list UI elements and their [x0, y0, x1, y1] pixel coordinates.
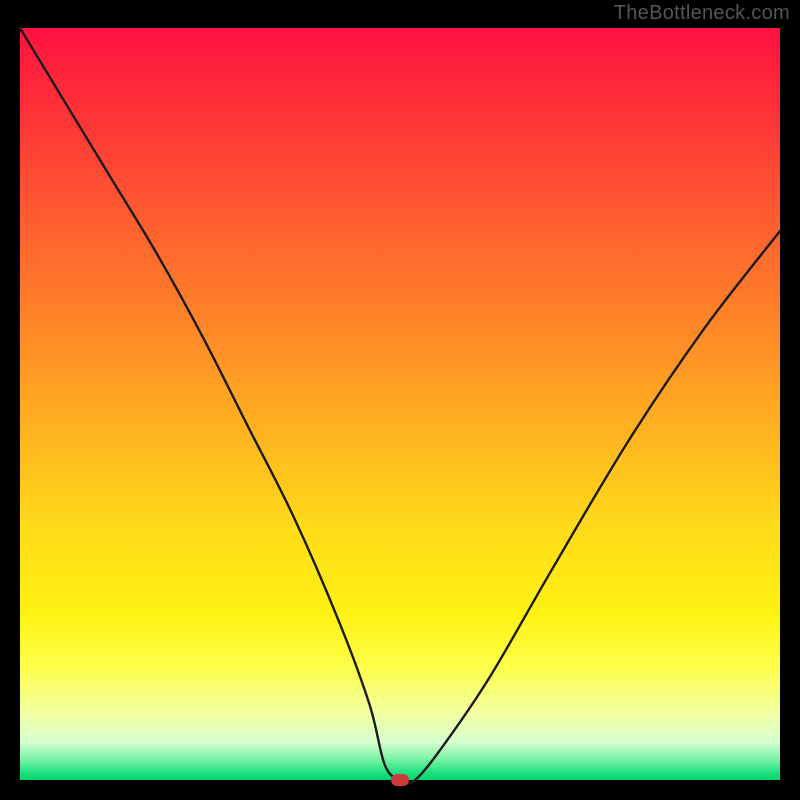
watermark-text: TheBottleneck.com — [614, 2, 790, 25]
chart-frame: TheBottleneck.com — [0, 0, 800, 800]
bottleneck-curve — [20, 28, 780, 780]
minimum-marker — [391, 774, 409, 786]
plot-area — [20, 28, 780, 780]
